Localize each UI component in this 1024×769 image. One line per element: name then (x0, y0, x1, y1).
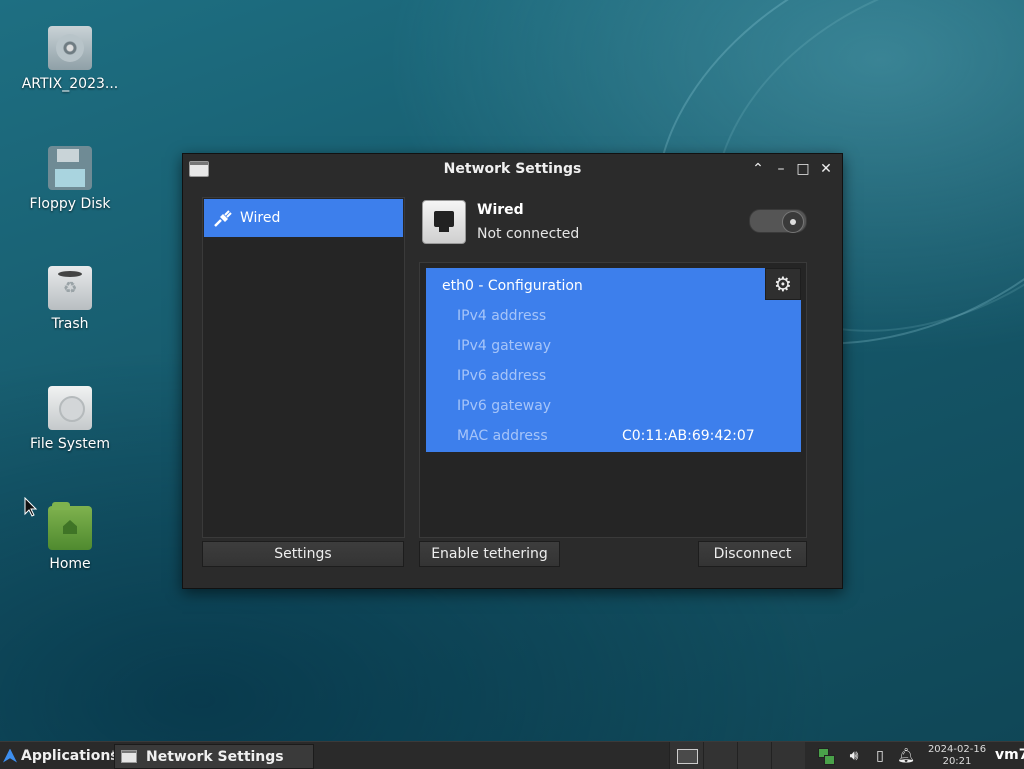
desktop-icon-label: Trash (51, 316, 89, 332)
close-button[interactable]: ✕ (817, 160, 835, 178)
trash-icon (48, 266, 92, 310)
artix-logo-icon (3, 748, 17, 763)
desktop-icon-floppy[interactable]: Floppy Disk (10, 146, 130, 212)
workspace-3[interactable] (737, 742, 771, 769)
config-label-ipv4-address: IPv4 address (457, 308, 547, 324)
clock-date: 2024-02-16 (927, 744, 987, 755)
connection-list: Wired (202, 197, 405, 538)
disconnect-button[interactable]: Disconnect (698, 541, 807, 567)
floppy-disk-icon (48, 146, 92, 190)
taskbar-task-label: Network Settings (146, 748, 284, 765)
config-label-ipv6-address: IPv6 address (457, 368, 547, 384)
clock[interactable]: 2024-02-16 20:21 (922, 744, 992, 768)
network-settings-window: Network Settings ⌃ – □ ✕ Wired Wired Not… (182, 153, 843, 589)
settings-button[interactable]: Settings (202, 541, 404, 567)
ethernet-plug-icon (214, 210, 232, 227)
desktop-icon-label: ARTIX_2023... (21, 76, 119, 92)
hard-drive-icon (48, 386, 92, 430)
shade-button[interactable]: ⌃ (749, 160, 767, 178)
gear-icon[interactable]: ⚙ (765, 268, 801, 300)
home-folder-icon (48, 502, 92, 550)
taskbar-task-network-settings[interactable]: Network Settings (114, 744, 314, 769)
configuration-header: eth0 - Configuration (442, 278, 583, 294)
desktop-icon-label: File System (29, 436, 111, 452)
applications-menu-button[interactable]: Applications (0, 742, 119, 769)
device-status: Not connected (477, 226, 580, 242)
desktop-icon-file-system[interactable]: File System (10, 386, 130, 452)
connection-item-label: Wired (240, 210, 281, 226)
desktop-icon-label: Home (49, 556, 91, 572)
enable-tethering-button[interactable]: Enable tethering (419, 541, 560, 567)
configuration-panel: eth0 - Configuration ⚙ IPv4 address IPv4… (419, 262, 807, 538)
config-value-mac-address: C0:11:AB:69:42:07 (622, 428, 755, 444)
toggle-knob (782, 211, 804, 233)
minimize-button[interactable]: – (772, 160, 790, 178)
optical-disc-icon (48, 26, 92, 70)
window-title: Network Settings (443, 161, 582, 177)
workspace-2[interactable] (703, 742, 737, 769)
maximize-button[interactable]: □ (794, 160, 812, 178)
config-label-mac-address: MAC address (457, 428, 548, 444)
power-manager-icon[interactable]: ▯ (871, 747, 889, 765)
network-tray-icon[interactable] (817, 747, 835, 765)
workspace-1[interactable] (669, 742, 703, 769)
workspace-4[interactable] (771, 742, 805, 769)
desktop-icon-label: Floppy Disk (29, 196, 111, 212)
window-app-icon (121, 750, 137, 763)
config-label-ipv6-gateway: IPv6 gateway (457, 398, 552, 414)
configuration-card: eth0 - Configuration ⚙ IPv4 address IPv4… (426, 268, 801, 452)
hostname-label[interactable]: vm7 (995, 747, 1024, 763)
clock-time: 20:21 (942, 756, 972, 767)
config-label-ipv4-gateway: IPv4 gateway (457, 338, 552, 354)
notifications-bell-icon[interactable]: 🔔︎ (897, 747, 915, 765)
taskbar: Applications ⋮ Network Settings 🔊︎ ▯ 🔔︎ … (0, 741, 1024, 769)
applications-menu-label: Applications (21, 747, 119, 764)
volume-icon[interactable]: 🔊︎ (845, 747, 863, 765)
ethernet-port-icon (422, 200, 466, 244)
window-titlebar[interactable]: Network Settings ⌃ – □ ✕ (183, 154, 842, 184)
device-enable-toggle[interactable] (749, 209, 807, 233)
desktop-icon-trash[interactable]: Trash (10, 266, 130, 332)
desktop-icon-artix-disc[interactable]: ARTIX_2023... (10, 26, 130, 92)
connection-item-wired[interactable]: Wired (204, 199, 403, 237)
device-name: Wired (477, 202, 524, 218)
